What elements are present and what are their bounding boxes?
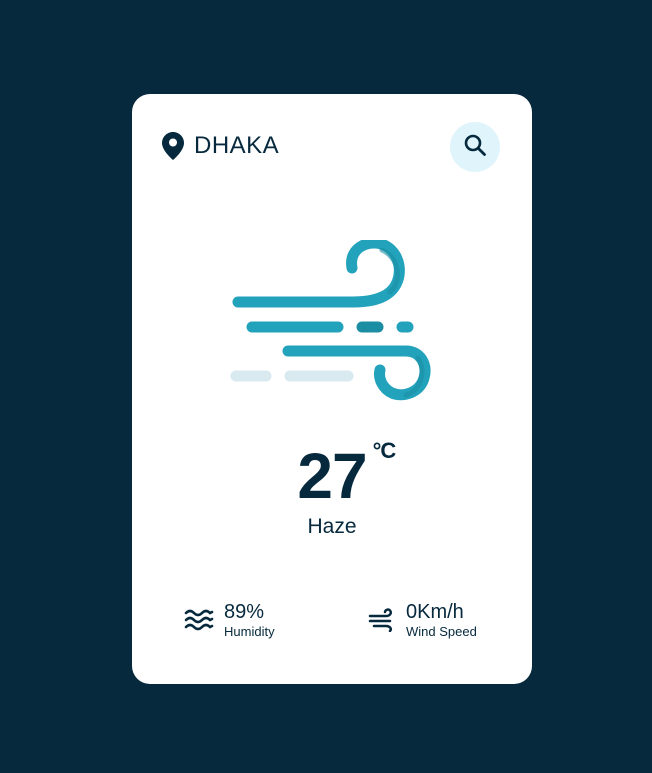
wind-label: Wind Speed	[406, 624, 477, 639]
temperature-unit: °C	[372, 438, 397, 463]
temperature-block: 27 °C	[132, 438, 532, 512]
wind-value: 0Km/h	[406, 601, 464, 623]
location: DHAKA	[162, 132, 279, 160]
search-icon	[463, 133, 487, 162]
wind-icon	[230, 237, 434, 409]
wind-text: 0Km/h Wind Speed	[406, 600, 477, 640]
temperature-value: 27	[297, 440, 367, 512]
wind-stat: 0Km/h Wind Speed	[368, 600, 477, 640]
wind-speed-icon	[368, 608, 396, 632]
humidity-value: 89%	[224, 601, 265, 623]
map-pin-icon	[162, 132, 184, 160]
humidity-label: Humidity	[224, 624, 275, 639]
temperature: 27 °C	[297, 438, 396, 512]
humidity-stat: 89% Humidity	[184, 600, 275, 640]
weather-condition: Haze	[307, 515, 357, 538]
waves-icon	[184, 609, 214, 631]
weather-card: DHAKA 27 °C Haze 89% Humidity 0Km/h Wind…	[132, 94, 532, 684]
humidity-text: 89% Humidity	[224, 600, 275, 640]
city-name: DHAKA	[194, 132, 280, 159]
search-button[interactable]	[450, 122, 500, 172]
